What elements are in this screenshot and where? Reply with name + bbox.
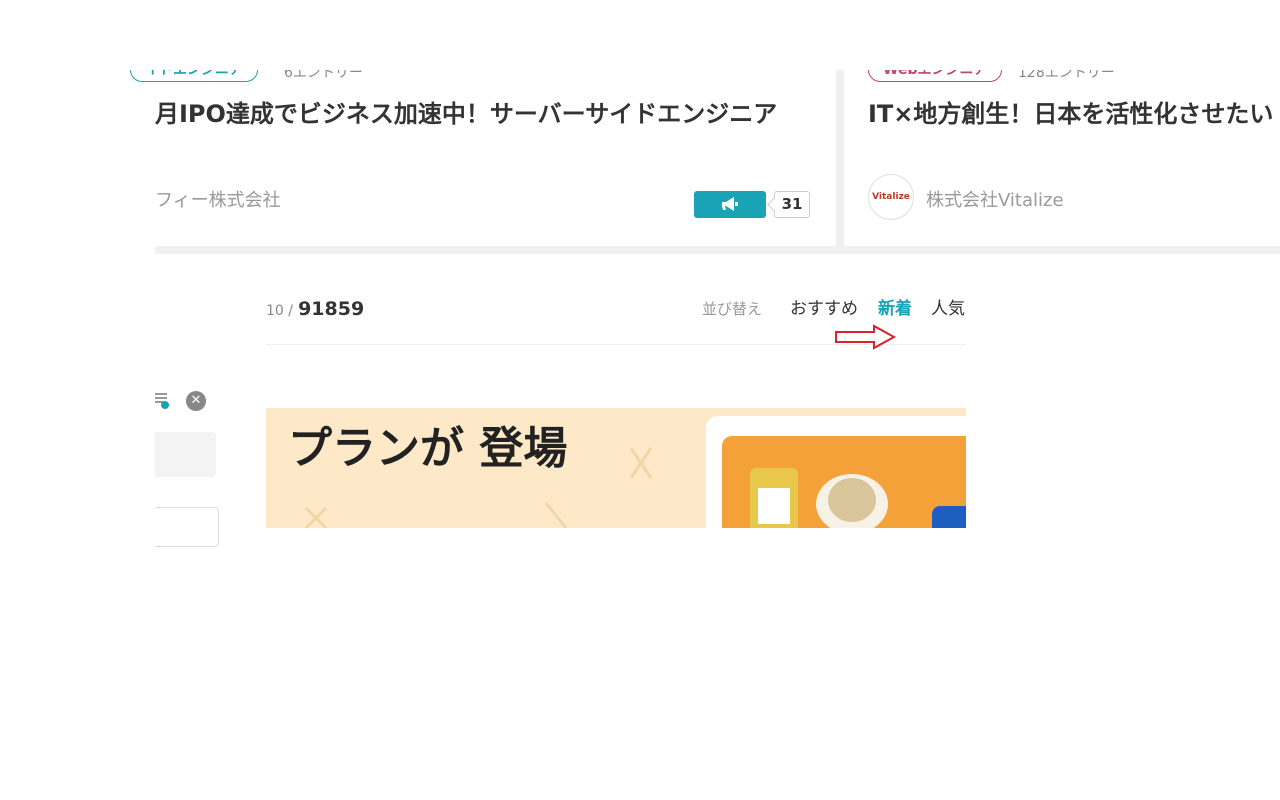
result-page: 10 / xyxy=(266,303,293,319)
viewport-top-cutoff xyxy=(0,0,1280,70)
keyword-input[interactable] xyxy=(155,432,216,477)
annotation-arrow-icon xyxy=(835,324,897,350)
banner-product-image xyxy=(722,436,966,528)
promo-banner[interactable]: プランが 登場 xyxy=(266,408,966,528)
card-divider xyxy=(836,70,844,246)
sort-label: 並び替え xyxy=(702,300,763,318)
result-total: 91859 xyxy=(298,298,365,320)
cheer-button[interactable] xyxy=(694,191,766,218)
company-name[interactable]: フィー株式会社 xyxy=(155,186,281,212)
cheer-count: 31 xyxy=(774,191,810,218)
megaphone-icon xyxy=(722,197,738,211)
job-title[interactable]: IT×地方創生！日本を活性化させたい xyxy=(868,94,1273,129)
filter-select[interactable] xyxy=(155,507,219,547)
cards-bottom-border xyxy=(155,246,1280,254)
result-count: 10 / 91859 xyxy=(266,298,364,320)
banner-headline: プランが 登場 xyxy=(288,423,568,474)
sort-recommended[interactable]: おすすめ xyxy=(790,294,858,319)
snack-products-icon xyxy=(750,468,966,528)
saved-search-icon[interactable] xyxy=(155,390,171,410)
clear-filter-button[interactable]: ✕ xyxy=(186,391,206,411)
company-logo[interactable]: Vitalize xyxy=(868,174,914,220)
job-title[interactable]: 月IPO達成でビジネス加速中！サーバーサイドエンジニア xyxy=(155,94,777,129)
sort-newest[interactable]: 新着 xyxy=(878,294,912,319)
sort-popular[interactable]: 人気 xyxy=(931,294,965,319)
company-name[interactable]: 株式会社Vitalize xyxy=(926,186,1064,212)
